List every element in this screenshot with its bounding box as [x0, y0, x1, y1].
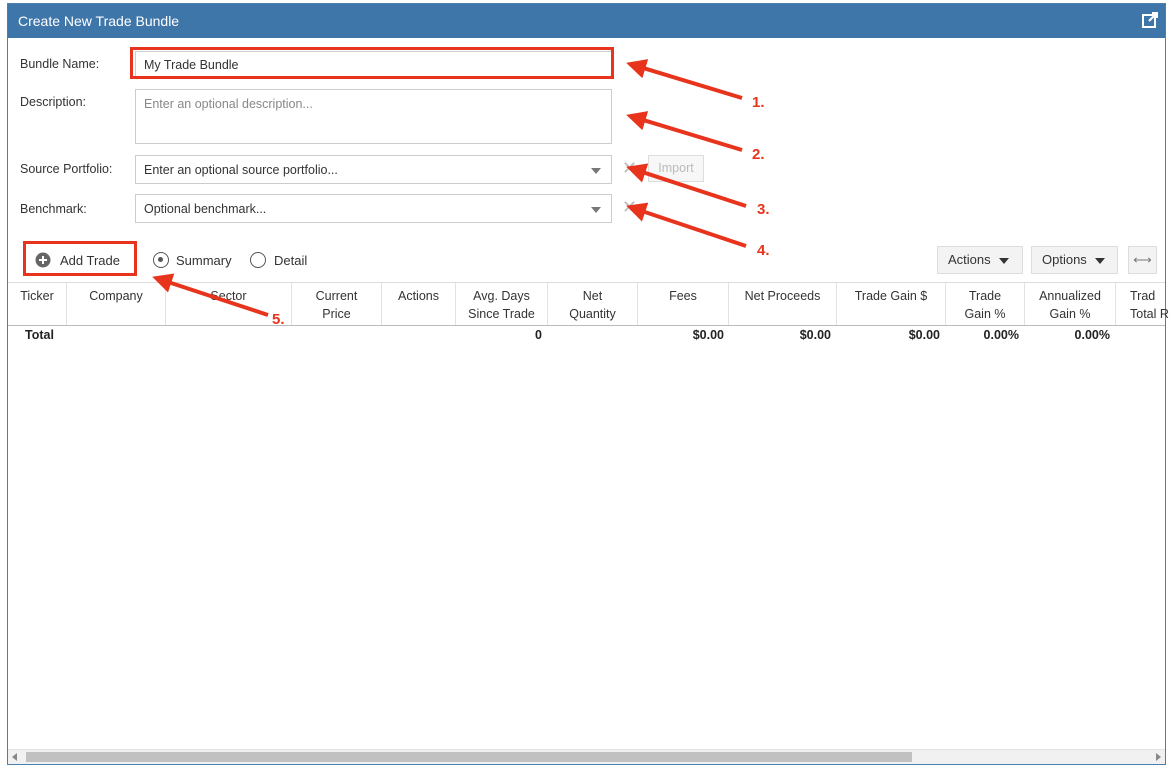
dialog-titlebar: Create New Trade Bundle — [8, 4, 1165, 38]
source-portfolio-label: Source Portfolio: — [20, 162, 113, 176]
annotation-label-2: 2. — [752, 146, 765, 163]
actions-dropdown-button[interactable]: Actions — [937, 246, 1023, 274]
caret-down-icon — [1094, 257, 1105, 264]
total-net-proceeds: $0.00 — [799, 328, 831, 342]
column-header-trade-gain-pct[interactable]: Trade Gain % — [946, 283, 1025, 325]
benchmark-select[interactable]: Optional benchmark... — [135, 194, 612, 223]
description-placeholder: Enter an optional description... — [144, 97, 313, 111]
column-header-ticker[interactable]: Ticker — [8, 283, 67, 325]
annotation-label-1: 1. — [752, 94, 765, 111]
description-textarea[interactable]: Enter an optional description... — [135, 89, 612, 144]
scroll-right-icon[interactable] — [1156, 753, 1161, 761]
actions-label: Actions — [948, 252, 991, 267]
column-header-current-price[interactable]: Current Price — [292, 283, 382, 325]
options-dropdown-button[interactable]: Options — [1031, 246, 1118, 274]
chevron-down-icon — [591, 207, 601, 213]
chevron-down-icon — [591, 168, 601, 174]
column-header-trade-gain[interactable]: Trade Gain $ — [837, 283, 946, 325]
horizontal-scrollbar[interactable] — [8, 749, 1165, 764]
clear-benchmark-icon[interactable]: ✕ — [622, 197, 637, 218]
benchmark-label: Benchmark: — [20, 202, 87, 216]
annotation-highlight-bundle-name — [130, 47, 614, 79]
column-header-annualized-gain[interactable]: Annualized Gain % — [1025, 283, 1116, 325]
create-trade-bundle-dialog: Create New Trade Bundle Bundle Name: My … — [7, 3, 1169, 765]
annotation-label-3: 3. — [757, 201, 770, 218]
total-trade-gain: $0.00 — [908, 328, 940, 342]
options-label: Options — [1042, 252, 1087, 267]
total-annualized-gain: 0.00% — [1074, 328, 1110, 342]
total-trade-gain-pct: 0.00% — [983, 328, 1019, 342]
column-header-fees[interactable]: Fees — [638, 283, 729, 325]
annotation-highlight-add-trade — [23, 241, 137, 276]
bundle-name-label: Bundle Name: — [20, 57, 100, 71]
column-header-trade-total-return[interactable]: Trad Total R — [1116, 283, 1173, 325]
source-portfolio-select[interactable]: Enter an optional source portfolio... — [135, 155, 612, 184]
expand-horizontal-icon: ⟷ — [1133, 252, 1152, 267]
column-header-net-quantity[interactable]: Net Quantity — [548, 283, 638, 325]
description-label: Description: — [20, 95, 86, 109]
annotation-label-4: 4. — [757, 242, 770, 259]
total-fees: $0.00 — [692, 328, 724, 342]
source-portfolio-placeholder: Enter an optional source portfolio... — [144, 163, 338, 177]
annotation-label-5: 5. — [272, 311, 285, 328]
trades-grid-header: Ticker Company Sector Current Price Actio… — [8, 282, 1169, 326]
detail-radio[interactable] — [250, 252, 266, 268]
detail-label: Detail — [274, 253, 308, 268]
caret-down-icon — [998, 257, 1009, 264]
total-avg-days: 0 — [535, 328, 542, 342]
column-header-company[interactable]: Company — [67, 283, 166, 325]
dialog-title: Create New Trade Bundle — [18, 13, 180, 29]
clear-source-portfolio-icon[interactable]: ✕ — [622, 158, 637, 179]
summary-label: Summary — [176, 253, 232, 268]
scroll-left-icon[interactable] — [12, 753, 17, 761]
summary-radio[interactable] — [153, 252, 169, 268]
scrollbar-thumb[interactable] — [26, 752, 912, 762]
benchmark-placeholder: Optional benchmark... — [144, 202, 267, 216]
expand-width-button[interactable]: ⟷ — [1128, 246, 1157, 274]
column-header-actions[interactable]: Actions — [382, 283, 456, 325]
external-link-icon[interactable] — [1141, 11, 1159, 29]
column-header-net-proceeds[interactable]: Net Proceeds — [729, 283, 837, 325]
total-label: Total — [25, 328, 54, 342]
import-button[interactable]: Import — [648, 155, 704, 182]
column-header-avg-days[interactable]: Avg. Days Since Trade — [456, 283, 548, 325]
